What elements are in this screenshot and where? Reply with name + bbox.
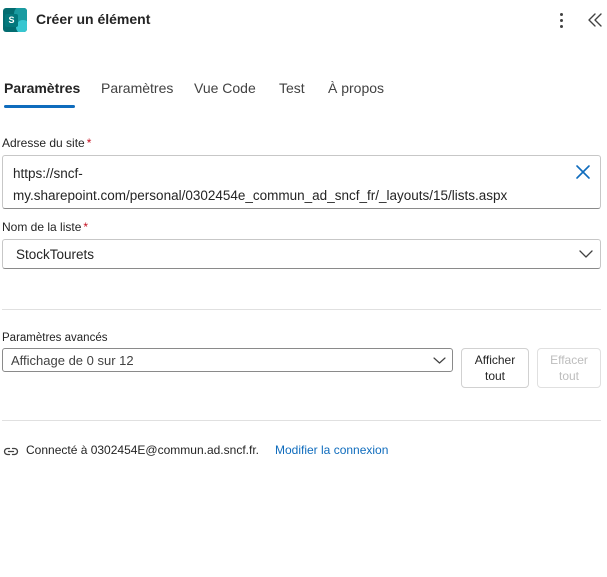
- required-mark: *: [83, 220, 89, 234]
- link-icon: [3, 447, 19, 456]
- site-address-field[interactable]: https://sncf- my.sharepoint.com/personal…: [2, 155, 601, 209]
- tab-a-propos[interactable]: À propos: [328, 80, 384, 96]
- list-name-label: Nom de la liste *: [2, 220, 88, 234]
- section-divider: [2, 309, 601, 310]
- active-tab-indicator: [4, 105, 75, 108]
- site-address-value-line-2: my.sharepoint.com/personal/0302454e_comm…: [13, 188, 508, 203]
- advanced-params-value: Affichage de 0 sur 12: [11, 353, 134, 368]
- show-all-label-line-1: Afficher: [474, 353, 516, 367]
- clear-all-label-line-1: Effacer: [550, 353, 588, 367]
- panel-title: Créer un élément: [36, 11, 151, 27]
- change-connection-link[interactable]: Modifier la connexion: [275, 443, 388, 457]
- list-name-value: StockTourets: [16, 247, 95, 262]
- collapse-panel-icon[interactable]: [586, 10, 604, 30]
- chevron-down-icon: [433, 357, 446, 364]
- more-options-icon[interactable]: [551, 10, 571, 30]
- site-address-value-line-1: https://sncf-: [13, 166, 83, 181]
- chevron-down-icon: [579, 250, 593, 258]
- advanced-params-label: Paramètres avancés: [2, 332, 108, 344]
- tab-bar: Paramètres Paramètres Vue Code Test À pr…: [0, 76, 607, 110]
- site-address-label-text: Adresse du site: [2, 136, 85, 150]
- tab-parametres-2[interactable]: Paramètres: [101, 80, 173, 96]
- connection-status: Connecté à 0302454E@commun.ad.sncf.fr.: [26, 443, 259, 457]
- site-address-value: https://sncf- my.sharepoint.com/personal…: [13, 163, 563, 207]
- list-name-dropdown[interactable]: StockTourets: [2, 239, 601, 269]
- site-address-label: Adresse du site *: [2, 136, 91, 150]
- sharepoint-icon: S: [3, 8, 27, 32]
- section-divider: [2, 420, 601, 421]
- clear-icon[interactable]: [574, 163, 592, 181]
- required-mark: *: [86, 136, 92, 150]
- clear-all-label-line-2: tout: [558, 369, 579, 383]
- clear-all-button: Effacer tout: [537, 348, 601, 388]
- panel-header: S Créer un élément: [0, 0, 607, 40]
- tab-parametres[interactable]: Paramètres: [4, 80, 80, 96]
- advanced-params-dropdown[interactable]: Affichage de 0 sur 12: [2, 348, 453, 372]
- tab-vue-code[interactable]: Vue Code: [194, 80, 256, 96]
- show-all-label-line-2: tout: [484, 369, 505, 383]
- tab-test[interactable]: Test: [279, 80, 305, 96]
- show-all-button[interactable]: Afficher tout: [461, 348, 529, 388]
- list-name-label-text: Nom de la liste: [2, 220, 82, 234]
